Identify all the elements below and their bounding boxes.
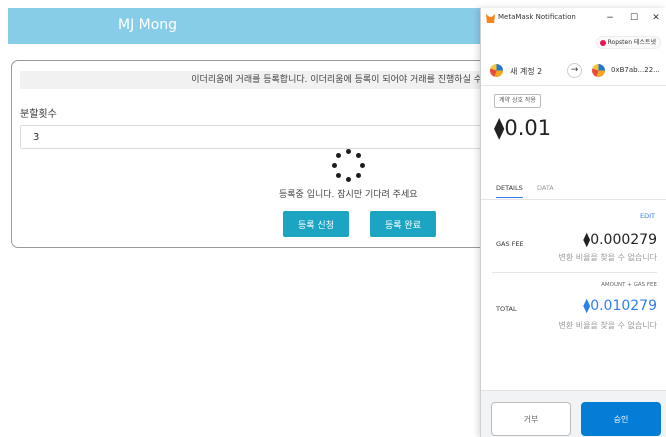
gas-fee-amount: 0.000279 [590, 232, 657, 248]
action-footer: 거부 승인 [481, 390, 666, 437]
register-request-button[interactable]: 등록 신청 [283, 211, 349, 237]
network-indicator[interactable]: Ropsten 테스트넷 [595, 36, 661, 49]
app-title: MJ Mong [118, 17, 178, 33]
installments-label: 분할횟수 [20, 109, 57, 120]
amount-value: 0.01 [504, 116, 552, 140]
contract-interaction-tag: 계약 상호 작용 [494, 94, 541, 108]
gas-fee-value: ⧫0.000279 [583, 232, 657, 248]
registration-card: 이더리움에 거래를 등록합니다. 이더리움에 등록이 되어야 거래를 진행하실 … [11, 60, 492, 248]
gas-fee-label: GAS FEE [496, 240, 524, 248]
loading-spinner-icon [332, 149, 366, 183]
installments-input[interactable] [20, 125, 492, 149]
notice-text: 이더리움에 거래를 등록합니다. 이더리움에 등록이 되어야 거래를 진행하실 … [20, 71, 492, 89]
gas-fee-conversion-note: 변환 비율을 찾을 수 없습니다 [558, 253, 658, 262]
loading-text: 등록중 입니다. 잠시만 기다려 주세요 [279, 190, 418, 200]
recipient-avatar [592, 64, 605, 77]
tab-data[interactable]: DATA [537, 184, 554, 192]
sender-recipient-row: 새 계정 2 → 0xB7ab...22... [481, 56, 666, 86]
reject-button[interactable]: 거부 [491, 402, 571, 436]
minimize-icon[interactable]: − [603, 11, 617, 25]
detail-tabs: DETAILS DATA [481, 178, 666, 200]
approve-button[interactable]: 승인 [581, 402, 661, 436]
maximize-icon[interactable]: ☐ [627, 11, 641, 25]
total-label: TOTAL [496, 305, 517, 313]
register-complete-button[interactable]: 등록 완료 [370, 211, 436, 237]
ethereum-icon: ⧫ [494, 116, 505, 140]
network-name: Ropsten 테스트넷 [607, 39, 656, 46]
recipient-address[interactable]: 0xB7ab...22... [611, 66, 660, 74]
total-amount: 0.010279 [590, 298, 657, 314]
total-value: ⧫0.010279 [583, 298, 657, 314]
transaction-amount: ⧫0.01 [494, 116, 551, 140]
arrow-right-icon: → [567, 63, 582, 78]
sender-avatar [490, 64, 503, 77]
divider [492, 272, 657, 273]
app-header: MJ Mong [8, 8, 488, 44]
metamask-fox-icon [486, 14, 495, 23]
edit-gas-link[interactable]: EDIT [640, 212, 655, 220]
metamask-window: MetaMask Notification − ☐ ✕ Ropsten 테스트넷… [480, 8, 666, 437]
network-status-dot-icon [599, 40, 606, 46]
amount-plus-gas-label: AMOUNT + GAS FEE [601, 282, 657, 288]
total-conversion-note: 변환 비율을 찾을 수 없습니다 [558, 321, 658, 330]
tab-details[interactable]: DETAILS [496, 184, 523, 198]
screen: MJ Mong 이더리움에 거래를 등록합니다. 이더리움에 등록이 되어야 거… [0, 0, 666, 437]
metamask-body: Ropsten 테스트넷 새 계정 2 → 0xB7ab...22... 계약 … [481, 30, 666, 437]
close-icon[interactable]: ✕ [649, 11, 663, 25]
sender-account-name[interactable]: 새 계정 2 [510, 66, 542, 77]
window-titlebar: MetaMask Notification − ☐ ✕ [481, 8, 666, 30]
window-title: MetaMask Notification [498, 13, 576, 21]
